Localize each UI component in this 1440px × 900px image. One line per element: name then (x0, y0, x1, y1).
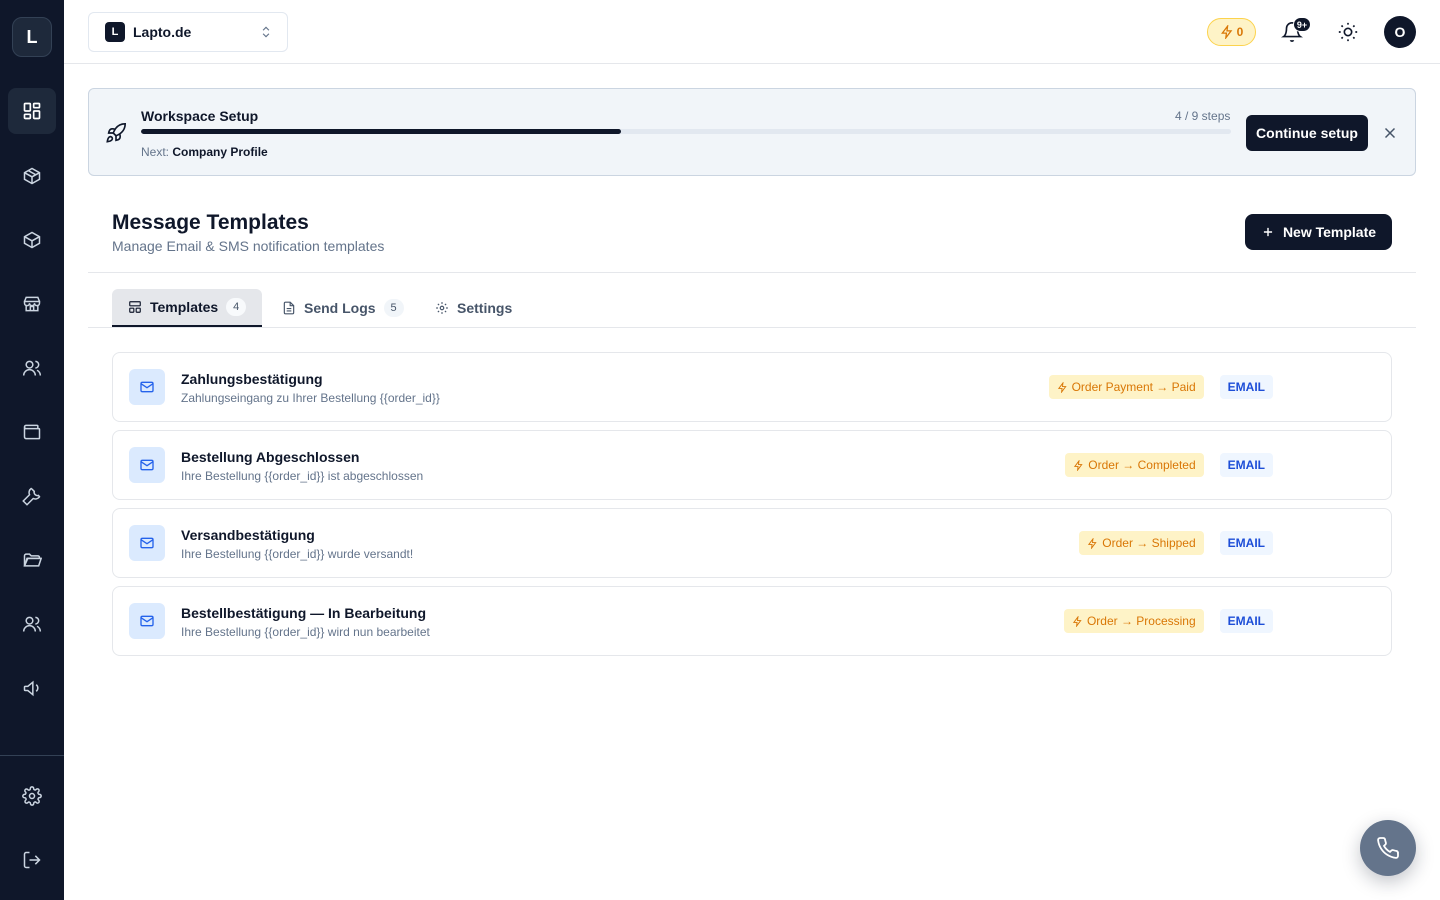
phone-icon (1377, 837, 1399, 859)
tab-count: 4 (226, 298, 247, 316)
workspace-setup-banner: Workspace Setup 4 / 9 steps Next: Compan… (88, 88, 1416, 176)
template-row[interactable]: Bestellung Abgeschlossen Ihre Bestellung… (112, 430, 1392, 500)
setup-progress-fill (141, 129, 621, 134)
sidebar-item-team[interactable] (8, 601, 56, 647)
team-icon (22, 616, 42, 632)
topbar: L Lapto.de 0 9+ O (64, 0, 1440, 64)
tab-send-logs[interactable]: Send Logs 5 (266, 289, 420, 327)
notifications-badge: 9+ (1293, 17, 1311, 32)
sidebar-item-dashboard[interactable] (8, 88, 56, 134)
template-row[interactable]: Bestellbestätigung — In Bearbeitung Ihre… (112, 586, 1392, 656)
store-icon (23, 296, 41, 312)
template-list: Zahlungsbestätigung Zahlungseingang zu I… (112, 352, 1392, 664)
lightning-icon (1074, 459, 1083, 471)
template-row[interactable]: Versandbestätigung Ihre Bestellung {{ord… (112, 508, 1392, 578)
tab-count: 5 (383, 299, 404, 317)
credits-badge[interactable]: 0 (1207, 18, 1256, 46)
mail-icon (129, 447, 165, 483)
logout-icon (23, 851, 41, 869)
sidebar-item-logout[interactable] (8, 837, 56, 883)
sidebar-item-customers[interactable] (8, 345, 56, 391)
dashboard-icon (23, 102, 41, 120)
template-description: Ihre Bestellung {{order_id}} wird nun be… (181, 625, 430, 639)
file-text-icon (283, 301, 295, 315)
lightning-icon (1220, 25, 1233, 39)
template-description: Ihre Bestellung {{order_id}} ist abgesch… (181, 469, 424, 483)
sidebar: L (0, 0, 64, 900)
channel-badge: EMAIL (1219, 453, 1273, 477)
settings-icon (22, 786, 42, 806)
user-avatar[interactable]: O (1384, 16, 1416, 48)
mail-icon (129, 525, 165, 561)
close-icon[interactable] (1381, 124, 1399, 142)
template-name: Versandbestätigung (181, 527, 315, 543)
chevron-up-down-icon (262, 26, 270, 38)
wrench-icon (22, 487, 41, 506)
workspace-name: Lapto.de (133, 24, 192, 40)
lightning-icon (1072, 615, 1082, 627)
package-icon (23, 167, 41, 185)
workspace-badge: L (105, 22, 125, 42)
setup-steps: 4 / 9 steps (1175, 109, 1231, 123)
sidebar-item-files[interactable] (8, 537, 56, 583)
layout-icon (129, 301, 141, 313)
page-title: Message Templates (112, 211, 309, 234)
credits-count: 0 (1236, 25, 1244, 39)
plus-icon (1263, 227, 1273, 237)
tab-templates[interactable]: Templates 4 (112, 289, 263, 327)
template-name: Zahlungsbestätigung (181, 371, 323, 387)
notifications-button[interactable]: 9+ (1276, 16, 1311, 48)
workspace-selector[interactable]: L Lapto.de (88, 12, 288, 52)
channel-badge: EMAIL (1219, 531, 1273, 555)
trigger-badge: Order → Processing (1063, 609, 1204, 633)
box-icon (23, 231, 41, 249)
gear-icon (436, 302, 448, 314)
lightning-icon (1057, 381, 1067, 393)
folder-icon (23, 553, 42, 567)
sidebar-item-settings[interactable] (8, 773, 56, 819)
app-logo[interactable]: L (12, 17, 52, 57)
setup-title: Workspace Setup (141, 108, 259, 124)
trigger-badge: Order Payment → Paid (1048, 375, 1204, 399)
tab-settings[interactable]: Settings (419, 289, 528, 327)
sidebar-item-wallet[interactable] (8, 409, 56, 455)
mail-icon (129, 369, 165, 405)
lightning-icon (1088, 537, 1097, 549)
tab-bar: Templates 4 Send Logs 5 Settings (88, 289, 1416, 328)
trigger-badge: Order → Completed (1065, 453, 1204, 477)
rocket-icon (106, 123, 126, 143)
template-name: Bestellung Abgeschlossen (181, 449, 360, 465)
setup-progress-bar (141, 129, 1231, 134)
template-description: Ihre Bestellung {{order_id}} wurde versa… (181, 547, 414, 561)
sidebar-divider (0, 755, 64, 756)
template-description: Zahlungseingang zu Ihrer Bestellung {{or… (181, 391, 440, 405)
mail-icon (129, 603, 165, 639)
sun-icon (1338, 22, 1358, 42)
sidebar-item-tools[interactable] (8, 473, 56, 519)
theme-toggle[interactable] (1332, 16, 1364, 48)
template-row[interactable]: Zahlungsbestätigung Zahlungseingang zu I… (112, 352, 1392, 422)
new-template-button[interactable]: New Template (1245, 214, 1392, 250)
header-divider (88, 272, 1416, 273)
template-name: Bestellbestätigung — In Bearbeitung (181, 605, 427, 621)
wallet-icon (23, 424, 41, 440)
continue-setup-button[interactable]: Continue setup (1246, 115, 1368, 151)
users-icon (22, 360, 42, 376)
setup-next-step: Next: Company Profile (141, 145, 268, 159)
channel-badge: EMAIL (1219, 375, 1273, 399)
sidebar-item-inventory[interactable] (8, 217, 56, 263)
page-subtitle: Manage Email & SMS notification template… (112, 238, 385, 254)
sidebar-item-products[interactable] (8, 153, 56, 199)
sidebar-item-marketing[interactable] (8, 665, 56, 711)
sidebar-item-store[interactable] (8, 281, 56, 327)
call-support-button[interactable] (1360, 820, 1416, 876)
trigger-badge: Order → Shipped (1079, 531, 1204, 555)
channel-badge: EMAIL (1219, 609, 1273, 633)
megaphone-icon (23, 680, 39, 697)
